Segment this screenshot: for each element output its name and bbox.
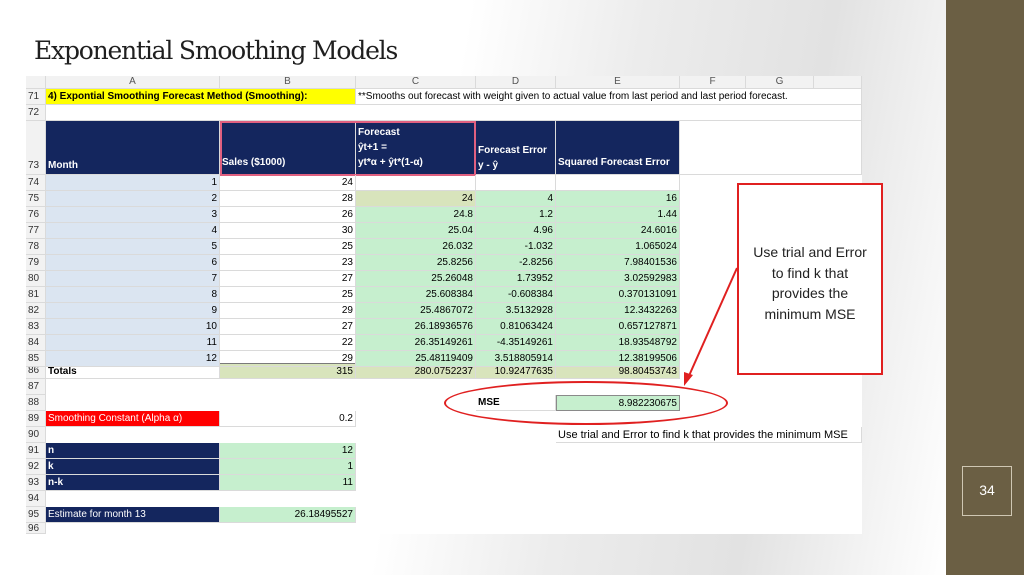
arrow-head [684, 372, 693, 386]
callout-box: Use trial and Error to find k that provi… [737, 183, 883, 375]
arrow-line [687, 267, 738, 379]
callout-text: Use trial and Error to find k that provi… [753, 244, 867, 322]
